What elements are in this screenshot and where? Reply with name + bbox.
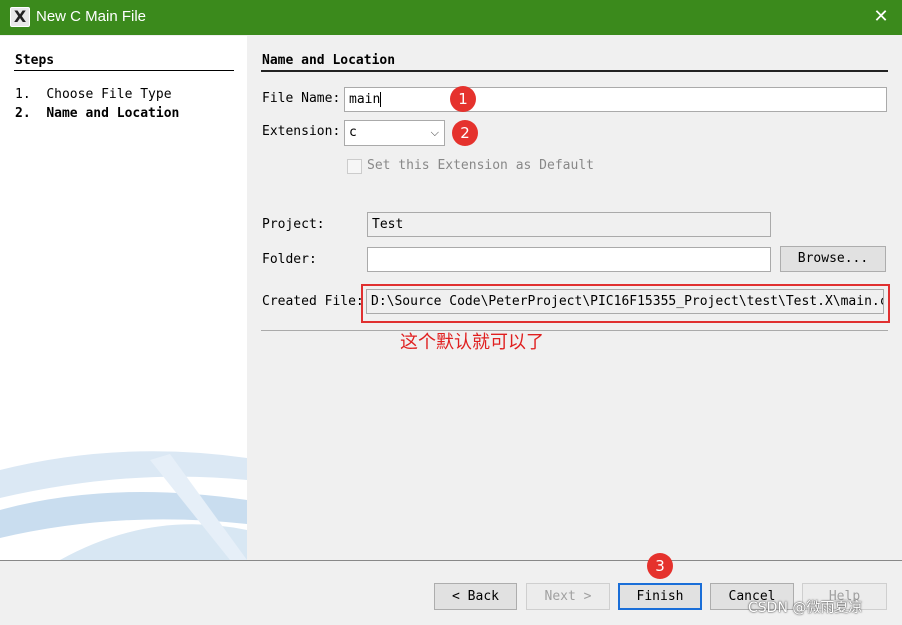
- step-number: 2.: [15, 106, 31, 121]
- text-caret: [380, 92, 382, 107]
- annotation-badge-2: 2: [452, 120, 478, 146]
- file-name-value: main: [349, 92, 381, 107]
- file-name-label: File Name:: [262, 91, 341, 106]
- created-file-label: Created File:: [262, 294, 364, 309]
- steps-divider: [14, 70, 234, 71]
- section-divider: [261, 330, 888, 331]
- extension-select[interactable]: c ⌵: [344, 120, 445, 146]
- decorative-swoosh: [0, 451, 247, 560]
- extension-value: c: [349, 125, 357, 140]
- button-bar: 3 < Back Next > Finish Cancel Help CSDN …: [0, 553, 902, 625]
- step-choose-file-type: 1. Choose File Type: [15, 87, 172, 102]
- panel-title: Name and Location: [262, 53, 396, 68]
- folder-input[interactable]: [367, 247, 771, 272]
- watermark: CSDN @微雨夏凉: [748, 600, 863, 616]
- mplab-x-icon: X: [10, 7, 30, 27]
- next-button[interactable]: Next >: [526, 583, 610, 610]
- project-label: Project:: [262, 217, 325, 232]
- steps-title: Steps: [15, 53, 55, 68]
- steps-panel: Steps 1. Choose File Type 2. Name and Lo…: [0, 36, 247, 560]
- annotation-badge-3: 3: [647, 553, 673, 579]
- chevron-down-icon: ⌵: [430, 126, 439, 139]
- name-and-location-panel: Name and Location File Name: main Extens…: [247, 36, 902, 560]
- finish-button[interactable]: Finish: [618, 583, 702, 610]
- project-field: Test: [367, 212, 771, 237]
- default-extension-checkbox[interactable]: [347, 159, 362, 174]
- browse-button[interactable]: Browse...: [780, 246, 886, 272]
- extension-label: Extension:: [262, 124, 341, 139]
- close-icon[interactable]: ✕: [866, 2, 896, 32]
- default-extension-label: Set this Extension as Default: [367, 158, 594, 173]
- highlight-box: [361, 284, 890, 323]
- panel-divider: [261, 70, 888, 72]
- step-label: Choose File Type: [46, 87, 172, 102]
- title-bar: X New C Main File ✕: [0, 0, 902, 35]
- file-name-input[interactable]: main: [344, 87, 887, 112]
- step-label: Name and Location: [46, 106, 180, 121]
- step-name-and-location: 2. Name and Location: [15, 106, 179, 121]
- annotation-note: 这个默认就可以了: [400, 332, 544, 353]
- back-button[interactable]: < Back: [434, 583, 517, 610]
- annotation-badge-1: 1: [450, 86, 476, 112]
- window-title: New C Main File: [36, 8, 147, 25]
- folder-label: Folder:: [262, 252, 317, 267]
- step-number: 1.: [15, 87, 31, 102]
